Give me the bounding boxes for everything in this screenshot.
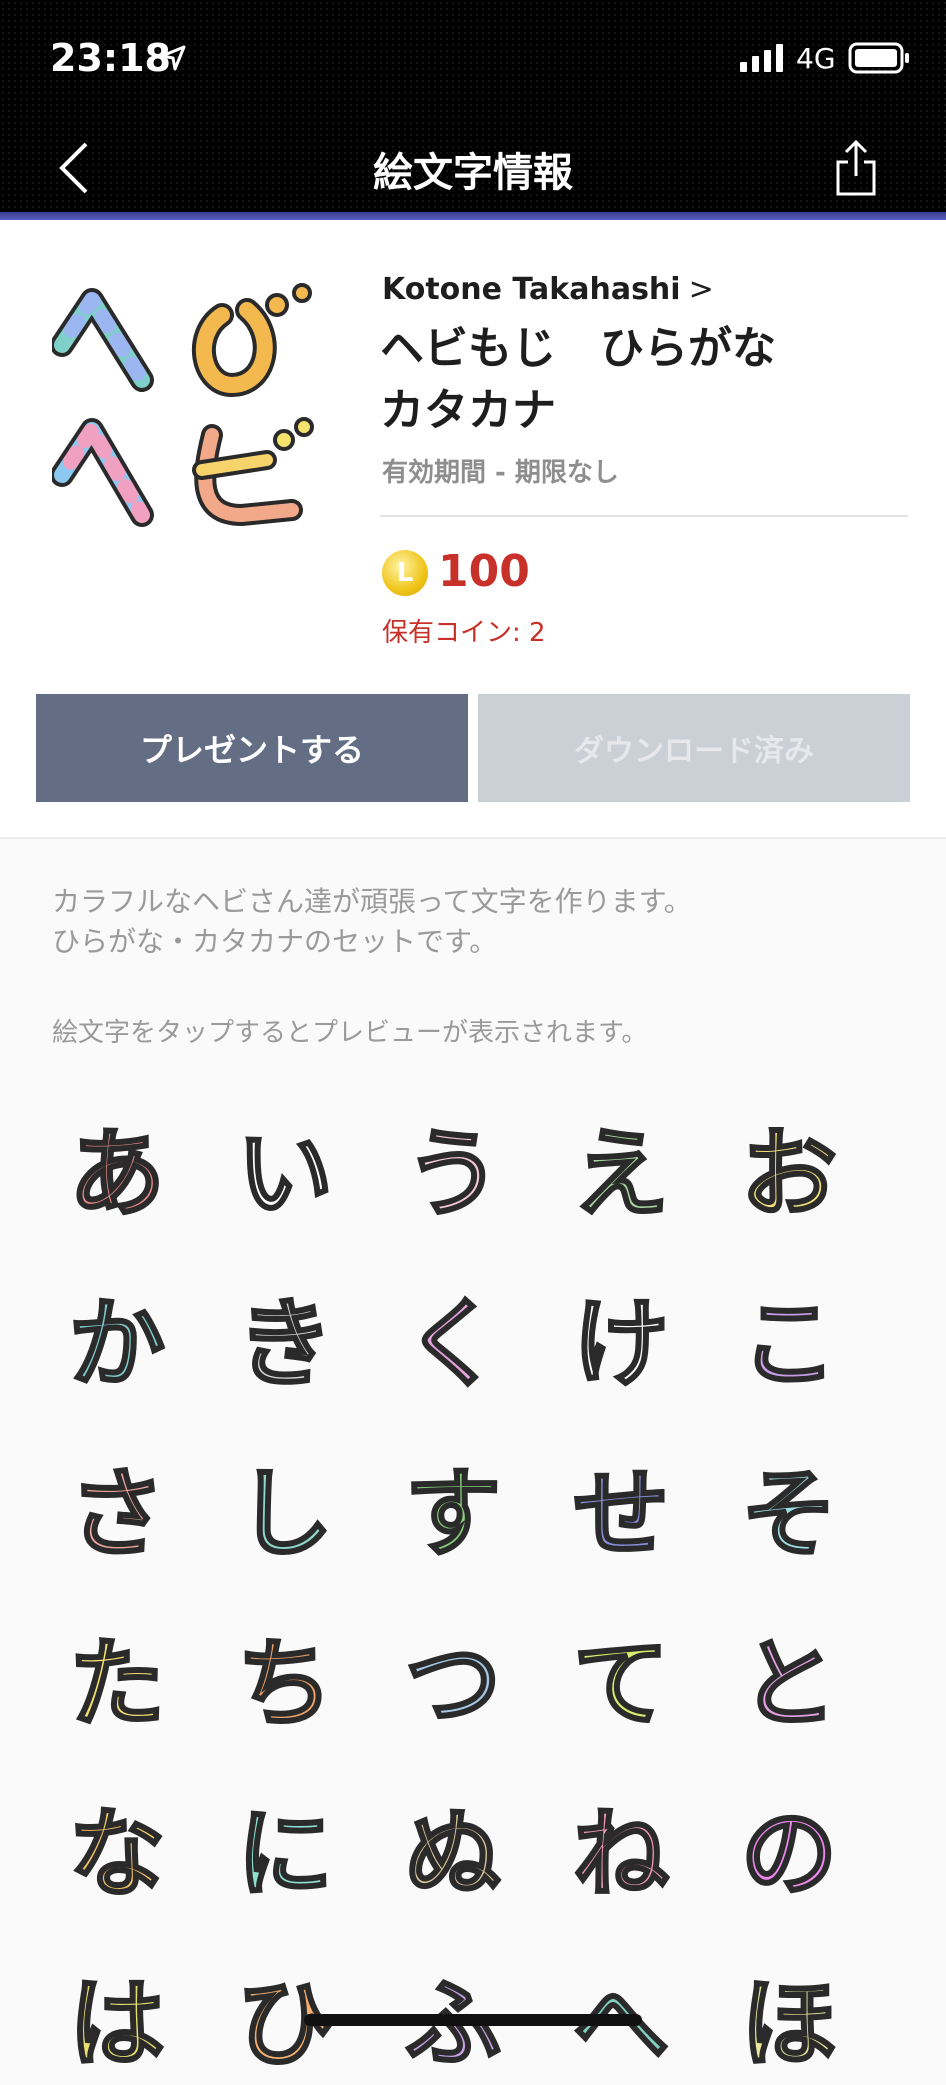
emoji-char: う: [404, 1116, 503, 1231]
navigation-bar: 23:18 4G 絵文字情報: [0, 0, 946, 220]
emoji-item[interactable]: お: [724, 1100, 854, 1231]
emoji-item[interactable]: ね: [556, 1780, 686, 1911]
pack-title-line1: ヘビもじ ひらがな: [380, 323, 776, 374]
emoji-char: た: [68, 1626, 167, 1741]
pack-title-line2: カタカナ: [380, 385, 556, 436]
emoji-item[interactable]: つ: [388, 1610, 518, 1741]
location-arrow-icon: [160, 45, 186, 71]
emoji-char: と: [740, 1626, 839, 1741]
emoji-item[interactable]: な: [52, 1780, 182, 1911]
author-name: Kotone Takahashi: [382, 272, 681, 307]
emoji-char: に: [236, 1796, 335, 1911]
battery-icon: [848, 42, 909, 74]
emoji-char: す: [404, 1456, 503, 1571]
emoji-char: の: [740, 1796, 839, 1911]
emoji-char: そ: [740, 1456, 839, 1571]
emoji-item[interactable]: き: [220, 1270, 350, 1401]
emoji-char: せ: [572, 1456, 671, 1571]
owned-coins: 保有コイン: 2: [382, 618, 546, 648]
nav-accent-line: [0, 212, 946, 220]
emoji-item[interactable]: せ: [556, 1440, 686, 1571]
author-link[interactable]: Kotone Takahashi >: [382, 272, 714, 307]
emoji-item[interactable]: ぬ: [388, 1780, 518, 1911]
emoji-char: け: [572, 1286, 671, 1401]
signal-strength-icon: [740, 44, 783, 72]
emoji-char: さ: [68, 1456, 167, 1571]
home-indicator: [304, 2014, 642, 2026]
status-time: 23:18: [50, 36, 171, 80]
emoji-item[interactable]: あ: [52, 1100, 182, 1231]
emoji-item[interactable]: す: [388, 1440, 518, 1571]
emoji-char: あ: [68, 1116, 167, 1231]
emoji-char: き: [236, 1286, 335, 1401]
emoji-item[interactable]: ほ: [724, 1950, 854, 2081]
price: 100: [438, 546, 530, 597]
snake-emoji-thumbnail-image: [50, 283, 314, 527]
emoji-char: い: [236, 1116, 335, 1231]
downloaded-button[interactable]: ダウンロード済み: [478, 694, 910, 802]
emoji-item[interactable]: と: [724, 1610, 854, 1741]
emoji-char: し: [236, 1456, 335, 1571]
emoji-item[interactable]: し: [220, 1440, 350, 1571]
emoji-char: く: [404, 1286, 503, 1401]
emoji-item[interactable]: た: [52, 1610, 182, 1741]
emoji-char: は: [68, 1966, 167, 2081]
share-icon[interactable]: [832, 138, 880, 198]
emoji-item[interactable]: こ: [724, 1270, 854, 1401]
emoji-char: て: [572, 1626, 671, 1741]
chevron-right-icon: >: [688, 272, 714, 307]
emoji-char: お: [740, 1116, 839, 1231]
network-type: 4G: [796, 42, 836, 75]
emoji-item[interactable]: い: [220, 1100, 350, 1231]
pack-thumbnail[interactable]: [50, 275, 332, 545]
emoji-item[interactable]: の: [724, 1780, 854, 1911]
emoji-char: な: [68, 1796, 167, 1911]
emoji-char: ぬ: [404, 1796, 503, 1911]
emoji-item[interactable]: て: [556, 1610, 686, 1741]
emoji-char: こ: [740, 1286, 839, 1401]
emoji-item[interactable]: ち: [220, 1610, 350, 1741]
emoji-item[interactable]: く: [388, 1270, 518, 1401]
pack-info-section: Kotone Takahashi > ヘビもじ ひらがな カタカナ 有効期間 - …: [0, 220, 946, 839]
emoji-char: か: [68, 1286, 167, 1401]
validity-period: 有効期間 - 期限なし: [382, 458, 619, 488]
emoji-item[interactable]: え: [556, 1100, 686, 1231]
emoji-item[interactable]: か: [52, 1270, 182, 1401]
emoji-char: つ: [404, 1626, 503, 1741]
emoji-item[interactable]: け: [556, 1270, 686, 1401]
emoji-item[interactable]: さ: [52, 1440, 182, 1571]
pack-title: ヘビもじ ひらがな カタカナ: [380, 318, 920, 442]
emoji-item[interactable]: そ: [724, 1440, 854, 1571]
divider: [380, 515, 908, 517]
emoji-item[interactable]: に: [220, 1780, 350, 1911]
emoji-char: ち: [236, 1626, 335, 1741]
page-title: 絵文字情報: [373, 150, 573, 196]
emoji-item[interactable]: う: [388, 1100, 518, 1231]
emoji-char: え: [572, 1116, 671, 1231]
emoji-char: ほ: [740, 1966, 839, 2081]
line-coin-icon: L: [382, 550, 428, 596]
emoji-char: ね: [572, 1796, 671, 1911]
pack-description: カラフルなヘビさん達が頑張って文字を作ります。 ひらがな・カタカナのセットです。: [52, 885, 692, 958]
preview-hint: 絵文字をタップするとプレビューが表示されます。: [52, 1018, 648, 1048]
emoji-item[interactable]: は: [52, 1950, 182, 2081]
present-button[interactable]: プレゼントする: [36, 694, 468, 802]
